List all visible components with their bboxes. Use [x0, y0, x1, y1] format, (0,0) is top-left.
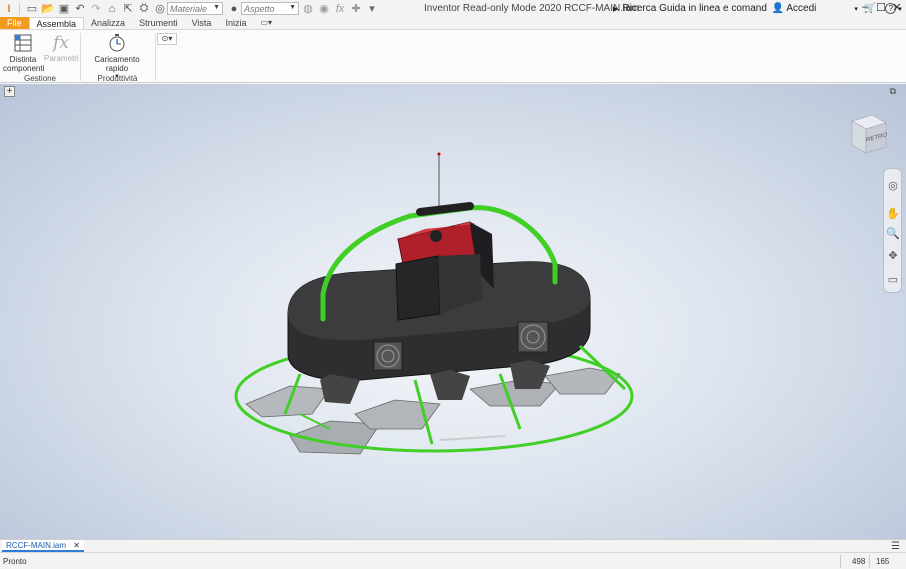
minimize-button[interactable]: –: [858, 1, 872, 15]
file-count: 165: [876, 557, 890, 566]
circle-icon: ⊙▾: [161, 34, 173, 43]
chevron-right-icon: ▶: [613, 5, 619, 13]
title-bar: I ▭ 📂 ▣ ↶ ↷ ⌂ ⇱ ⛭ ◎ Materiale ▼ ● Aspett…: [0, 0, 906, 17]
ribbon-tabs: File Assembla Analizza Strumenti Vista I…: [0, 17, 906, 29]
undo-icon[interactable]: ↶: [73, 2, 87, 16]
signin-link[interactable]: Accedi: [786, 3, 816, 14]
plus-icon[interactable]: ✚: [349, 2, 363, 16]
group-label-productivity: Produttività: [97, 74, 138, 83]
clear-appearance-icon[interactable]: ◍: [301, 2, 315, 16]
orbit-icon[interactable]: ✥: [886, 249, 900, 263]
select-icon[interactable]: ⇱: [121, 2, 135, 16]
tab-vista[interactable]: Vista: [185, 17, 219, 29]
open-folder-icon[interactable]: 📂: [41, 2, 55, 16]
productivity-dropdown[interactable]: ⊙▾: [157, 33, 177, 45]
document-tabs: RCCF-MAIN.iam ✕ ☰: [0, 539, 906, 552]
tab-analizza[interactable]: Analizza: [84, 17, 132, 29]
update-icon[interactable]: ⛭: [137, 2, 151, 16]
group-label-manage: Gestione: [23, 74, 57, 83]
customize-icon[interactable]: ▾: [365, 2, 379, 16]
look-at-icon[interactable]: ▭: [886, 273, 900, 287]
chevron-down-icon: ▼: [213, 4, 220, 11]
ribbon-panel: Distinta componenti fx Parametri Caricam…: [0, 29, 906, 83]
save-icon[interactable]: ▣: [57, 2, 71, 16]
redo-icon[interactable]: ↷: [89, 2, 103, 16]
parameters-button[interactable]: fx Parametri: [44, 33, 79, 63]
close-button[interactable]: ✕: [890, 1, 904, 15]
ribbon-options-icon[interactable]: ▭▾: [253, 17, 279, 29]
bom-icon: [14, 34, 32, 52]
bom-label-1: Distinta: [9, 55, 37, 64]
appearance-combo-text: Aspetto: [244, 3, 275, 14]
parameters-label: Parametri: [44, 54, 79, 63]
appearance-icon: ●: [230, 2, 238, 15]
separator: [869, 555, 870, 568]
pan-icon[interactable]: ✋: [886, 207, 900, 221]
tab-file[interactable]: File: [0, 17, 29, 29]
home-icon[interactable]: ⌂: [105, 2, 119, 16]
material-combo-text: Materiale: [170, 3, 208, 14]
window-title: Inventor Read-only Mode 2020 RCCF-MAIN.i…: [424, 3, 640, 14]
help-search-text: Ricerca Guida in linea e comand: [622, 3, 767, 14]
zoom-icon[interactable]: 🔍: [886, 227, 900, 241]
tab-assembla[interactable]: Assembla: [28, 17, 85, 29]
stopwatch-icon: [109, 34, 125, 52]
new-file-icon[interactable]: ▭: [25, 2, 39, 16]
appearance-combo[interactable]: Aspetto ▼: [241, 2, 299, 15]
document-tab-label: RCCF-MAIN.iam: [6, 541, 66, 550]
material-icon: ◎: [155, 3, 165, 15]
bom-label-2: componenti: [3, 64, 45, 73]
material-combo[interactable]: Materiale ▼: [167, 2, 223, 15]
graphics-viewport[interactable]: + ⧉ RETRO ◎ ✋ 🔍 ✥ ▭: [0, 84, 906, 539]
fx-icon[interactable]: fx: [333, 2, 347, 16]
document-tab[interactable]: RCCF-MAIN.iam ✕: [2, 540, 84, 552]
fx-icon: fx: [53, 33, 69, 53]
assembly-model[interactable]: [0, 84, 906, 539]
steering-wheel-icon[interactable]: ◎: [886, 179, 900, 193]
quick-load-label: Caricamento rapido: [94, 55, 140, 73]
bom-button[interactable]: Distinta componenti: [3, 33, 45, 73]
user-icon: 👤: [771, 3, 785, 14]
navigation-bar: ◎ ✋ 🔍 ✥ ▭: [883, 168, 902, 293]
close-icon[interactable]: ✕: [73, 541, 80, 550]
separator: [19, 2, 20, 15]
maximize-button[interactable]: ☐: [874, 1, 888, 15]
view-cube[interactable]: RETRO: [846, 111, 890, 160]
separator: [155, 33, 156, 81]
tab-strumenti[interactable]: Strumenti: [132, 17, 185, 29]
chevron-down-icon: ▼: [289, 4, 296, 11]
menu-icon[interactable]: ☰: [891, 541, 900, 552]
tab-inizia[interactable]: Inizia: [218, 17, 253, 29]
occurrence-count: 498: [852, 557, 866, 566]
status-text: Pronto: [3, 557, 27, 566]
inventor-logo-icon[interactable]: I: [2, 2, 16, 16]
status-bar: Pronto 498 165: [0, 552, 906, 569]
adjust-icon[interactable]: ◉: [317, 2, 331, 16]
separator: [840, 555, 841, 568]
